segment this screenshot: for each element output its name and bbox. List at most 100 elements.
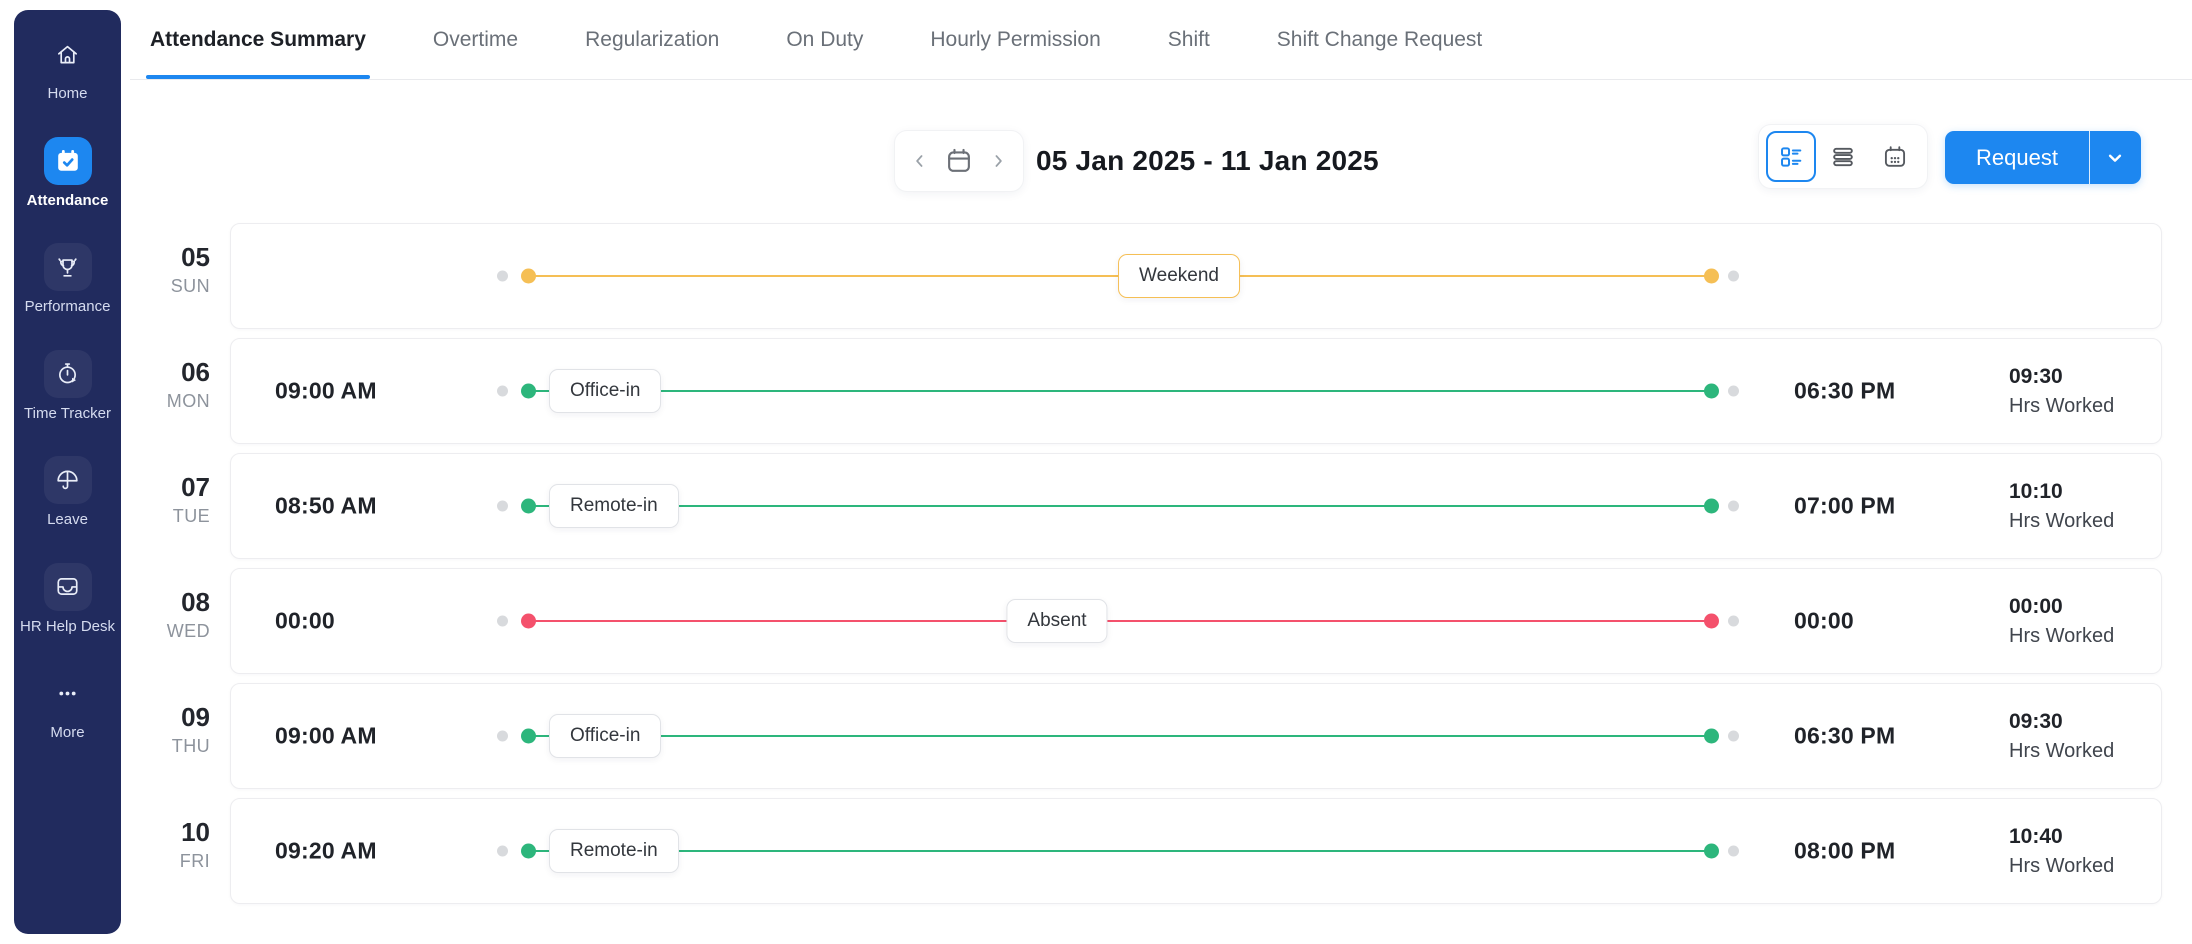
sidebar-item-time-tracker[interactable]: Time Tracker (14, 350, 121, 423)
tab-shift-change-request[interactable]: Shift Change Request (1275, 0, 1484, 79)
performance-icon (44, 243, 92, 291)
chevron-right-icon (988, 151, 1008, 171)
start-dot-muted (497, 386, 508, 397)
start-dot-muted (497, 501, 508, 512)
view-list-button[interactable] (1818, 131, 1868, 182)
calendar-picker-button[interactable] (941, 143, 977, 179)
end-dot-muted (1728, 386, 1739, 397)
sidebar-item-leave[interactable]: Leave (14, 456, 121, 529)
status-badge[interactable]: Weekend (1118, 254, 1240, 298)
hours-worked: 00:00 Hrs Worked (2009, 592, 2114, 650)
check-out-time: 08:00 PM (1794, 838, 1895, 865)
day-column: 08 WED (130, 568, 230, 674)
calendar-view-icon (1881, 143, 1909, 171)
day-name: WED (130, 621, 210, 642)
view-calendar-button[interactable] (1870, 131, 1920, 182)
view-toggle-group (1759, 125, 1927, 188)
request-button[interactable]: Request (1945, 131, 2089, 184)
list-view-icon (1829, 143, 1857, 171)
sidebar-item-hr-help-desk[interactable]: HR Help Desk (14, 563, 121, 636)
hours-worked: 10:10 Hrs Worked (2009, 477, 2114, 535)
next-week-button[interactable] (986, 149, 1010, 173)
status-badge[interactable]: Remote-in (549, 829, 679, 873)
end-dot-muted (1728, 731, 1739, 742)
tab-on-duty[interactable]: On Duty (784, 0, 865, 79)
sidebar-item-home[interactable]: Home (14, 30, 121, 103)
start-dot-muted (497, 731, 508, 742)
sidebar-item-label: Home (47, 86, 87, 103)
hours-label: Hrs Worked (2009, 852, 2114, 880)
leave-icon (44, 456, 92, 504)
attendance-card: 09:20 AM Remote-in 08:00 PM 10:40 Hrs Wo… (230, 798, 2162, 904)
status-badge[interactable]: Office-in (549, 714, 661, 758)
hours-label: Hrs Worked (2009, 507, 2114, 535)
tab-label: Hourly Permission (930, 28, 1100, 52)
check-out-time: 06:30 PM (1794, 378, 1895, 405)
tab-regularization[interactable]: Regularization (583, 0, 721, 79)
hours-value: 00:00 (2009, 592, 2114, 622)
tab-shift[interactable]: Shift (1166, 0, 1212, 79)
hours-worked: 09:30 Hrs Worked (2009, 362, 2114, 420)
start-dot-muted (497, 846, 508, 857)
day-number: 08 (130, 588, 210, 618)
request-dropdown-button[interactable] (2089, 131, 2141, 184)
status-badge[interactable]: Absent (1006, 599, 1107, 643)
day-number: 07 (130, 473, 210, 503)
end-dot-muted (1728, 846, 1739, 857)
hours-value: 09:30 (2009, 707, 2114, 737)
tab-hourly-permission[interactable]: Hourly Permission (928, 0, 1102, 79)
attendance-card: 00:00 Absent 00:00 00:00 Hrs Worked (230, 568, 2162, 674)
status-badge[interactable]: Remote-in (549, 484, 679, 528)
hours-value: 09:30 (2009, 362, 2114, 392)
day-number: 06 (130, 358, 210, 388)
start-dot-muted (497, 271, 508, 282)
sidebar-item-performance[interactable]: Performance (14, 243, 121, 316)
day-column: 10 FRI (130, 798, 230, 904)
prev-week-button[interactable] (908, 149, 932, 173)
attendance-rows: 05 SUN Weekend 06 MON 09:00 AM (130, 223, 2192, 904)
day-column: 06 MON (130, 338, 230, 444)
day-name: MON (130, 391, 210, 412)
attendance-icon (44, 137, 92, 185)
tab-label: On Duty (786, 28, 863, 52)
timeline-line (528, 735, 1712, 737)
tab-overtime[interactable]: Overtime (431, 0, 520, 79)
date-range-label: 05 Jan 2025 - 11 Jan 2025 (1036, 131, 1379, 191)
day-number: 09 (130, 703, 210, 733)
attendance-row: 06 MON 09:00 AM Office-in 06:30 PM 09:30… (130, 338, 2192, 444)
day-column: 09 THU (130, 683, 230, 789)
tab-label: Shift (1168, 28, 1210, 52)
sidebar-item-more[interactable]: More (14, 669, 121, 742)
day-name: THU (130, 736, 210, 757)
check-out-time: 07:00 PM (1794, 493, 1895, 520)
day-name: TUE (130, 506, 210, 527)
check-in-time: 09:20 AM (275, 838, 377, 865)
check-in-time: 08:50 AM (275, 493, 377, 520)
hours-label: Hrs Worked (2009, 737, 2114, 765)
check-out-time: 00:00 (1794, 608, 1854, 635)
hours-label: Hrs Worked (2009, 392, 2114, 420)
tab-attendance-summary[interactable]: Attendance Summary (148, 0, 368, 79)
attendance-card: Weekend (230, 223, 2162, 329)
attendance-card: 08:50 AM Remote-in 07:00 PM 10:10 Hrs Wo… (230, 453, 2162, 559)
view-summary-button[interactable] (1766, 131, 1816, 182)
sidebar-nav: Home Attendance Performance Time Tracker… (14, 30, 121, 776)
date-navigator (895, 131, 1023, 191)
end-dot-muted (1728, 616, 1739, 627)
sidebar-item-label: Time Tracker (24, 406, 111, 423)
timeline-line (528, 620, 1712, 622)
calendar-icon (943, 145, 975, 177)
time-tracker-icon (44, 350, 92, 398)
sidebar-item-attendance[interactable]: Attendance (14, 137, 121, 210)
status-badge[interactable]: Office-in (549, 369, 661, 413)
attendance-card: 09:00 AM Office-in 06:30 PM 09:30 Hrs Wo… (230, 338, 2162, 444)
tab-label: Regularization (585, 28, 719, 52)
attendance-card: 09:00 AM Office-in 06:30 PM 09:30 Hrs Wo… (230, 683, 2162, 789)
hr-help-desk-icon (44, 563, 92, 611)
home-icon (44, 30, 92, 78)
end-dot-muted (1728, 271, 1739, 282)
attendance-row: 07 TUE 08:50 AM Remote-in 07:00 PM 10:10… (130, 453, 2192, 559)
end-dot-muted (1728, 501, 1739, 512)
chevron-left-icon (910, 151, 930, 171)
hours-value: 10:40 (2009, 822, 2114, 852)
